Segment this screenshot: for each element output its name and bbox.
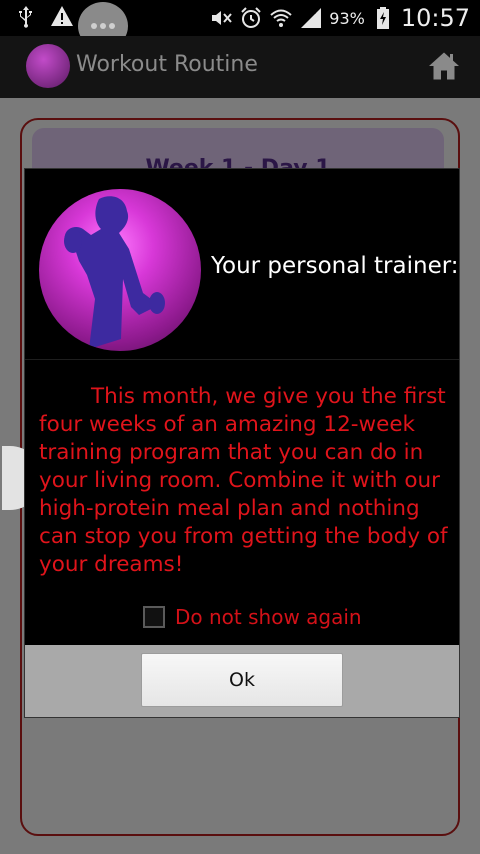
do-not-show-again-row[interactable]: Do not show again	[143, 605, 362, 629]
battery-icon	[376, 7, 389, 29]
trainer-logo-icon[interactable]	[26, 44, 70, 88]
battery-percent: 93%	[329, 8, 365, 28]
trainer-logo-icon	[39, 189, 201, 351]
mute-icon	[212, 11, 233, 25]
home-icon[interactable]	[426, 48, 462, 84]
dialog-title: Your personal trainer:	[211, 253, 459, 279]
personal-trainer-dialog: Your personal trainer: This month, we gi…	[24, 168, 460, 718]
app-title: Workout Routine	[76, 52, 258, 77]
ok-button[interactable]: Ok	[141, 653, 343, 707]
app-bar: Workout Routine	[0, 36, 480, 98]
warning-icon	[51, 6, 73, 26]
dialog-message: This month, we give you the first four w…	[39, 384, 448, 577]
clock-time: 10:57	[400, 4, 470, 32]
signal-icon	[301, 8, 322, 28]
dialog-footer: Ok	[25, 645, 459, 717]
do-not-show-again-label[interactable]: Do not show again	[175, 605, 362, 629]
wifi-icon	[270, 9, 292, 27]
alarm-icon	[241, 7, 261, 28]
dialog-divider	[25, 359, 459, 360]
status-right-icons: 93% 10:57	[209, 0, 470, 36]
do-not-show-again-checkbox[interactable]	[143, 606, 165, 628]
status-bar: 93% 10:57	[0, 0, 480, 50]
usb-icon	[19, 6, 32, 28]
status-left-icons	[14, 4, 74, 28]
